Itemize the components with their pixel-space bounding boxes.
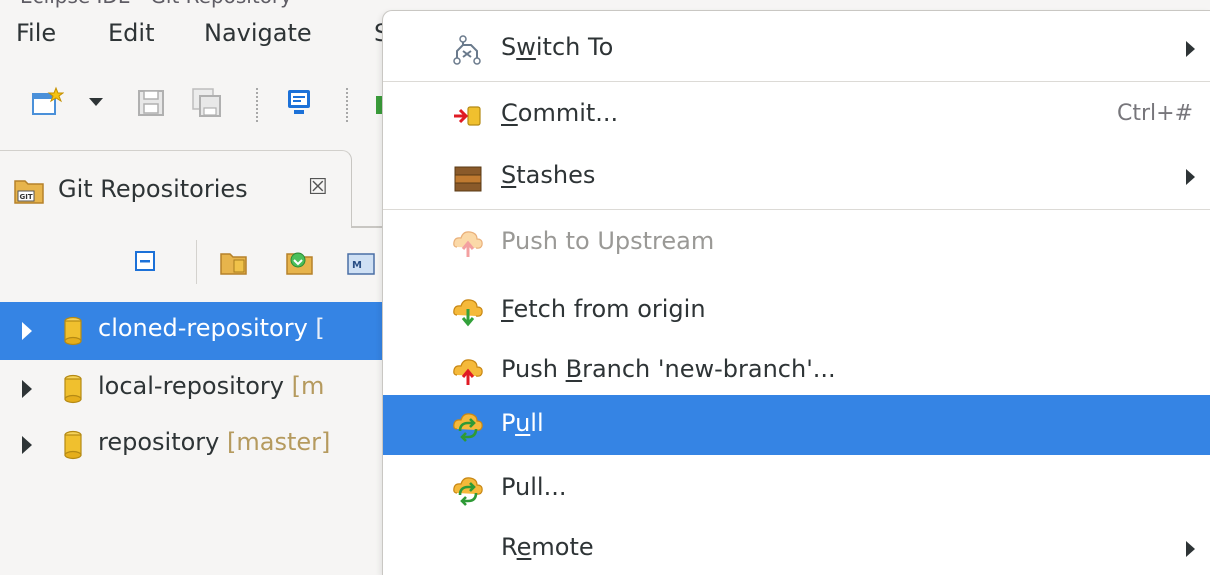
repository-label: cloned-repository [ bbox=[98, 314, 325, 342]
label-part: Push bbox=[501, 355, 566, 383]
tree-row-cloned-repository[interactable]: cloned-repository [ bbox=[0, 302, 400, 360]
switch-branch-icon bbox=[451, 33, 485, 67]
collapse-all-icon[interactable] bbox=[132, 248, 166, 282]
menu-item-pull-dialog[interactable]: Pull... bbox=[383, 459, 1210, 519]
shortcut-hint: Ctrl+# bbox=[1116, 101, 1193, 126]
menu-item-label: Switch To bbox=[501, 33, 613, 61]
pull-icon bbox=[451, 473, 485, 507]
label-part: S bbox=[501, 33, 517, 61]
mnemonic: S bbox=[501, 161, 517, 189]
clone-repository-icon[interactable] bbox=[284, 246, 318, 280]
repository-icon bbox=[62, 430, 84, 464]
expand-arrow-icon[interactable] bbox=[22, 436, 32, 454]
label-part: mote bbox=[531, 533, 594, 561]
mnemonic: F bbox=[501, 295, 514, 323]
new-wizard-icon[interactable] bbox=[30, 86, 65, 120]
menu-item-pull[interactable]: Pull bbox=[383, 395, 1210, 455]
toolbar-separator bbox=[256, 88, 258, 122]
menu-item-stashes[interactable]: Stashes bbox=[383, 147, 1210, 207]
submenu-arrow-icon bbox=[1186, 41, 1195, 57]
label-part: tashes bbox=[516, 161, 596, 189]
branch-decorator: [master] bbox=[227, 428, 331, 456]
menu-item-label: Commit... bbox=[501, 99, 618, 127]
fetch-icon bbox=[451, 295, 485, 329]
view-toolbar: M bbox=[0, 240, 400, 290]
label-part: R bbox=[501, 533, 517, 561]
close-icon[interactable]: ☒ bbox=[308, 175, 328, 200]
repository-label: repository [master] bbox=[98, 428, 330, 456]
menu-item-remote[interactable]: Remote bbox=[383, 519, 1210, 575]
menu-item-label: Push Branch 'new-branch'... bbox=[501, 355, 836, 383]
label-part: ll bbox=[530, 409, 544, 437]
menu-item-commit[interactable]: Commit... Ctrl+# bbox=[383, 85, 1210, 145]
menu-item-label: Remote bbox=[501, 533, 594, 561]
main-toolbar bbox=[0, 86, 400, 136]
context-menu: Switch To Commit... Ctrl+# Stashes Push … bbox=[382, 10, 1210, 575]
repository-name: local-repository bbox=[98, 372, 284, 400]
chevron-down-icon[interactable] bbox=[86, 92, 106, 126]
mnemonic: u bbox=[515, 409, 531, 437]
terminal-icon[interactable] bbox=[282, 86, 316, 120]
menu-item-label: Pull bbox=[501, 409, 544, 437]
mnemonic: C bbox=[501, 99, 518, 127]
repository-name: cloned-repository bbox=[98, 314, 308, 342]
push-branch-icon bbox=[451, 355, 485, 389]
menu-separator bbox=[383, 81, 1210, 82]
menu-item-label: Stashes bbox=[501, 161, 595, 189]
menu-separator bbox=[383, 209, 1210, 210]
menu-item-fetch-from-origin[interactable]: Fetch from origin bbox=[383, 281, 1210, 341]
pull-icon bbox=[451, 409, 485, 443]
tab-title: Git Repositories bbox=[58, 175, 248, 203]
submenu-arrow-icon bbox=[1186, 169, 1195, 185]
repository-label: local-repository [m bbox=[98, 372, 324, 400]
menu-item-push-to-upstream: Push to Upstream bbox=[383, 213, 1210, 273]
label-part: ranch 'new-branch'... bbox=[582, 355, 836, 383]
label-part: ommit... bbox=[517, 99, 619, 127]
branch-decorator: [m bbox=[291, 372, 325, 400]
label-part: etch from origin bbox=[513, 295, 706, 323]
expand-arrow-icon[interactable] bbox=[22, 380, 32, 398]
tab-git-repositories[interactable]: GIT Git Repositories ☒ bbox=[0, 150, 352, 228]
menu-item-push-branch[interactable]: Push Branch 'new-branch'... bbox=[383, 341, 1210, 401]
menu-navigate[interactable]: Navigate bbox=[204, 18, 312, 48]
mnemonic: w bbox=[516, 33, 536, 61]
label-part: P bbox=[501, 409, 516, 437]
stash-icon bbox=[451, 161, 485, 195]
mnemonic: e bbox=[516, 533, 532, 561]
add-existing-repository-icon[interactable] bbox=[218, 246, 252, 280]
repository-name: repository bbox=[98, 428, 220, 456]
branch-decorator: [ bbox=[315, 314, 325, 342]
submenu-arrow-icon bbox=[1186, 541, 1195, 557]
mnemonic: B bbox=[565, 355, 583, 383]
toolbar-separator bbox=[346, 88, 348, 122]
tree-row-repository[interactable]: repository [master] bbox=[0, 416, 400, 474]
menu-item-label: Pull... bbox=[501, 473, 567, 501]
repository-icon bbox=[62, 374, 84, 408]
view-tab-bar: GIT Git Repositories ☒ bbox=[0, 150, 402, 228]
save-all-icon bbox=[190, 86, 224, 120]
menu-item-label: Push to Upstream bbox=[501, 227, 715, 255]
label-part: itch To bbox=[535, 33, 614, 61]
repository-icon bbox=[62, 316, 84, 350]
git-repositories-icon: GIT bbox=[12, 173, 48, 207]
menu-item-label: Fetch from origin bbox=[501, 295, 706, 323]
create-repository-icon[interactable]: M bbox=[344, 246, 378, 280]
save-icon bbox=[134, 86, 168, 120]
commit-icon bbox=[451, 99, 485, 133]
svg-text:GIT: GIT bbox=[20, 193, 33, 201]
menu-file[interactable]: File bbox=[16, 18, 56, 48]
expand-arrow-icon[interactable] bbox=[22, 322, 32, 340]
push-upstream-icon bbox=[451, 227, 485, 261]
menu-edit[interactable]: Edit bbox=[108, 18, 154, 48]
toolbar-separator bbox=[196, 240, 197, 284]
tree-row-local-repository[interactable]: local-repository [m bbox=[0, 360, 400, 418]
svg-text:M: M bbox=[352, 260, 362, 271]
menu-item-switch-to[interactable]: Switch To bbox=[383, 19, 1210, 79]
